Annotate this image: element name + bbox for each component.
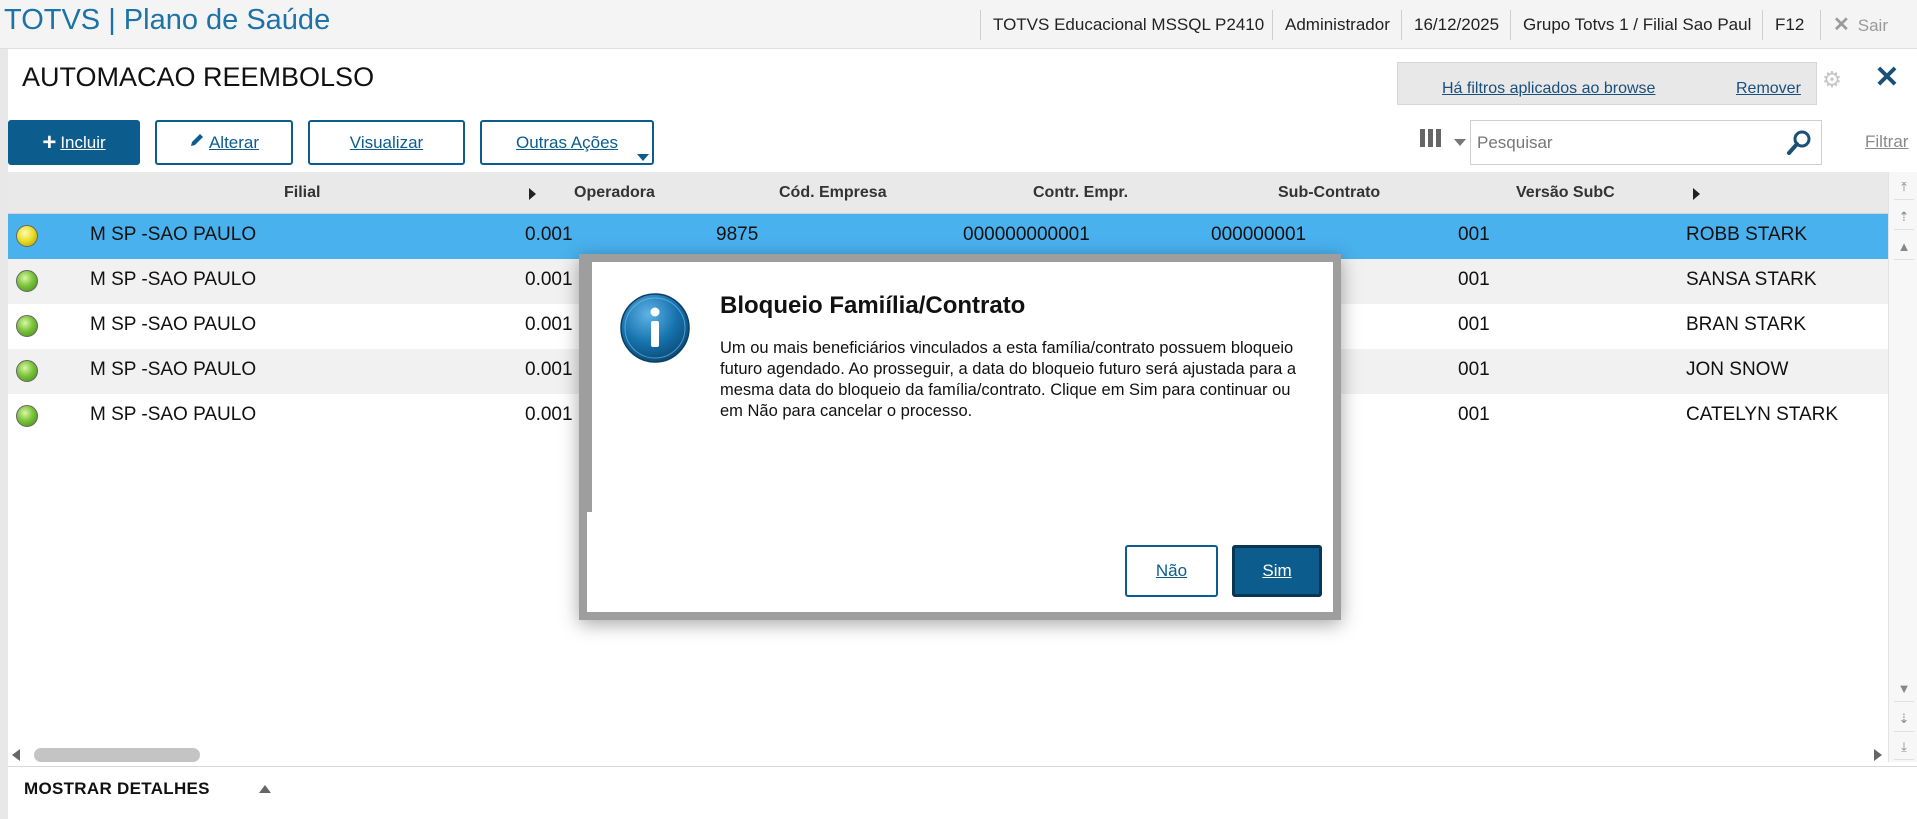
date-label[interactable]: 16/12/2025 [1401, 10, 1511, 40]
dialog-title: Bloqueio Famiília/Contrato [720, 292, 1026, 319]
scroll-right-icon[interactable] [1874, 749, 1882, 761]
cell-operadora: 0.001 [525, 404, 573, 425]
no-button[interactable]: Não [1125, 545, 1218, 597]
shortcut-label[interactable]: F12 [1762, 10, 1812, 40]
scroll-up-icon[interactable]: ▲ [1894, 234, 1914, 260]
environment-label[interactable]: TOTVS Educacional MSSQL P2410 [980, 10, 1276, 40]
table-row[interactable]: M SP -SAO PAULO 0.001 9875 000000000001 … [8, 214, 1888, 259]
status-green-icon [16, 270, 38, 292]
horizontal-scroll-thumb[interactable] [34, 748, 200, 762]
cell-versao: 001 [1458, 314, 1490, 335]
cell-versao: 001 [1458, 404, 1490, 425]
columns-icon [1418, 128, 1444, 155]
search-icon[interactable] [1785, 129, 1813, 157]
search-input[interactable] [1477, 129, 1777, 157]
chevron-down-icon [637, 154, 649, 161]
info-icon [619, 292, 691, 364]
other-actions-button[interactable]: Outras Ações [480, 120, 654, 165]
dialog-message: Um ou mais beneficiários vinculados a es… [720, 339, 1297, 420]
cell-nome: ROBB STARK [1686, 224, 1808, 245]
cell-versao: 001 [1458, 359, 1490, 380]
show-details-label[interactable]: MOSTRAR DETALHES [24, 779, 210, 799]
column-header-versao-subc[interactable]: Versão SubC [1516, 184, 1615, 202]
exit-label: Sair [1857, 16, 1888, 35]
status-yellow-icon [16, 225, 38, 247]
column-header-contr-empr[interactable]: Contr. Empr. [1033, 184, 1128, 202]
filter-link[interactable]: Filtrar [1865, 132, 1908, 152]
remove-filter-link[interactable]: Remover [1736, 80, 1801, 98]
horizontal-scrollbar[interactable] [8, 744, 1888, 766]
column-header-sub-contrato[interactable]: Sub-Contrato [1278, 184, 1380, 202]
cell-filial: M SP -SAO PAULO [90, 314, 257, 335]
status-green-icon [16, 315, 38, 337]
grid-header: Filial Operadora Cód. Empresa Contr. Emp… [8, 172, 1888, 214]
include-label: Incluir [60, 133, 106, 152]
cell-versao: 001 [1458, 224, 1490, 245]
cell-nome: BRAN STARK [1686, 314, 1807, 335]
cell-operadora: 0.001 [525, 224, 573, 245]
cell-cod-empresa: 9875 [716, 224, 759, 245]
edit-label: Alterar [208, 133, 260, 152]
cell-nome: SANSA STARK [1686, 269, 1817, 290]
cell-operadora: 0.001 [525, 314, 573, 335]
dialog-body: Bloqueio Famiília/Contrato Um ou mais be… [587, 262, 1333, 612]
chevron-right-icon[interactable] [529, 188, 536, 200]
scroll-top-icon[interactable]: ⤒ [1894, 174, 1914, 200]
yes-button[interactable]: Sim [1232, 545, 1322, 597]
chevron-right-icon[interactable] [1693, 188, 1700, 200]
filter-notice-link[interactable]: Há filtros aplicados ao browse [1442, 80, 1655, 98]
scroll-down-icon[interactable]: ▼ [1894, 676, 1914, 702]
cell-nome: CATELYN STARK [1686, 404, 1839, 425]
cell-contr-empr: 000000000001 [963, 224, 1090, 245]
column-header-cod-empresa[interactable]: Cód. Empresa [779, 184, 887, 202]
details-bar[interactable]: MOSTRAR DETALHES [8, 766, 1917, 819]
cell-filial: M SP -SAO PAULO [90, 404, 257, 425]
status-green-icon [16, 405, 38, 427]
column-header-filial[interactable]: Filial [284, 184, 320, 202]
cell-operadora: 0.001 [525, 359, 573, 380]
top-bar: TOTVS | Plano de Saúde TOTVS Educacional… [0, 0, 1917, 49]
cell-filial: M SP -SAO PAULO [90, 224, 257, 245]
page-title: AUTOMACAO REEMBOLSO [22, 62, 375, 92]
cell-filial: M SP -SAO PAULO [90, 359, 257, 380]
vertical-scrollbar[interactable]: ⤒ ⇡ ▲ ▼ ⇣ ⤓ [1888, 172, 1917, 762]
chevron-down-icon [1454, 139, 1466, 146]
branch-label[interactable]: Grupo Totvs 1 / Filial Sao Paul [1510, 10, 1756, 40]
view-button[interactable]: Visualizar [308, 120, 465, 165]
app-title: TOTVS | Plano de Saúde [4, 4, 331, 36]
cell-versao: 001 [1458, 269, 1490, 290]
scroll-page-up-icon[interactable]: ⇡ [1894, 204, 1914, 230]
status-green-icon [16, 360, 38, 382]
include-button[interactable]: + Incluir [8, 120, 140, 165]
filter-notice: Há filtros aplicados ao browse Remover [1397, 62, 1817, 105]
cell-operadora: 0.001 [525, 269, 573, 290]
column-header-operadora[interactable]: Operadora [574, 184, 655, 202]
scroll-left-icon[interactable] [12, 749, 20, 761]
search-box [1470, 120, 1822, 165]
chevron-up-icon[interactable] [259, 785, 271, 793]
gear-icon[interactable]: ⚙ [1820, 68, 1844, 92]
user-label[interactable]: Administrador [1272, 10, 1405, 40]
confirmation-dialog: Bloqueio Famiília/Contrato Um ou mais be… [579, 254, 1341, 620]
plus-icon: + [42, 129, 57, 156]
close-icon[interactable]: ✕ [1873, 63, 1901, 93]
cell-filial: M SP -SAO PAULO [90, 269, 257, 290]
scroll-page-down-icon[interactable]: ⇣ [1894, 706, 1914, 732]
other-actions-label: Outras Ações [515, 133, 619, 152]
scroll-bottom-icon[interactable]: ⤓ [1894, 734, 1914, 760]
cell-nome: JON SNOW [1686, 359, 1789, 380]
exit-button[interactable]: ✕ Sair [1820, 10, 1917, 40]
cell-sub-contrato: 000000001 [1211, 224, 1307, 245]
edit-button[interactable]: Alterar [155, 120, 293, 165]
left-edge [0, 49, 8, 819]
column-chooser[interactable] [1412, 122, 1468, 162]
pencil-icon [189, 122, 205, 163]
dialog-frame-edge [587, 262, 592, 512]
close-icon: ✕ [1833, 14, 1850, 36]
